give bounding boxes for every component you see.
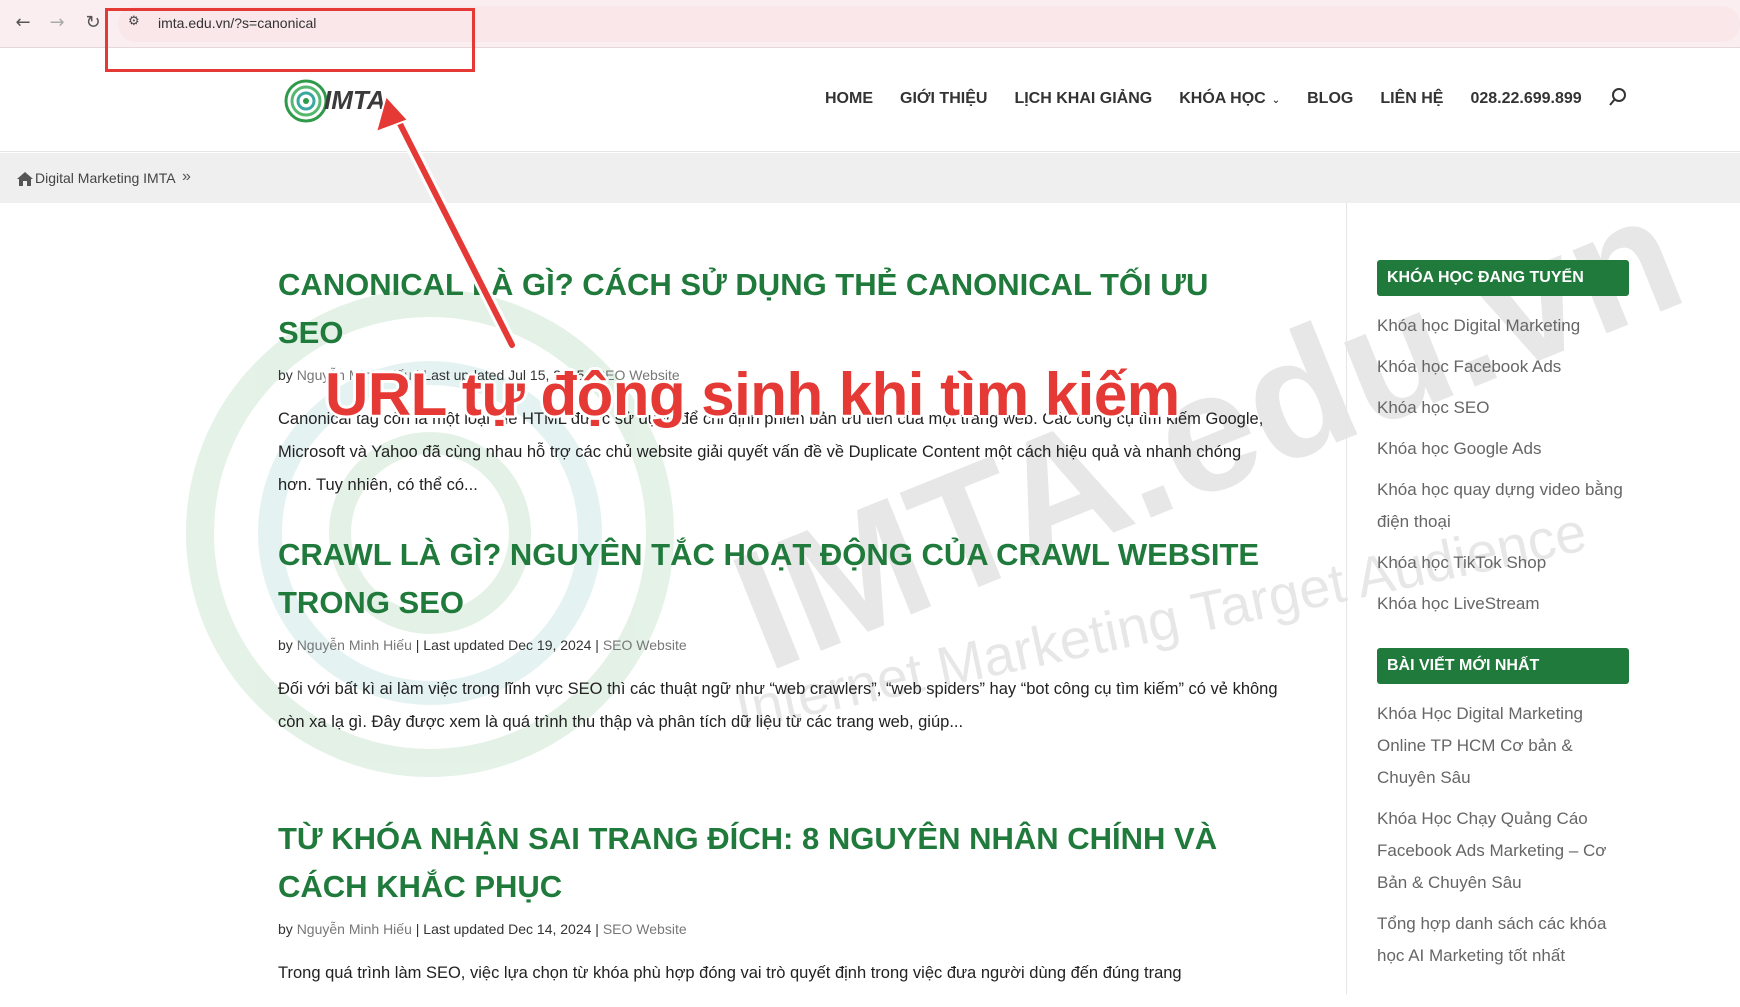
category-link[interactable]: SEO Website (603, 637, 687, 653)
menu-item-about[interactable]: GIỚI THIỆU (900, 90, 987, 108)
breadcrumb: Digital Marketing IMTA » (0, 153, 1740, 203)
post-excerpt: Trong quá trình làm SEO, việc lựa chọn t… (278, 964, 1182, 982)
recent-post-link[interactable]: Tổng hợp danh sách các khóa học AI Marke… (1377, 908, 1629, 972)
annotation-caption: URL tự động sinh khi tìm kiếm (325, 361, 1180, 428)
post-item: CRAWL LÀ GÌ? NGUYÊN TẮC HOẠT ĐỘNG CỦA CR… (278, 531, 1278, 756)
post-title[interactable]: CRAWL LÀ GÌ? NGUYÊN TẮC HOẠT ĐỘNG CỦA CR… (278, 531, 1278, 627)
post-title[interactable]: TỪ KHÓA NHẬN SAI TRANG ĐÍCH: 8 NGUYÊN NH… (278, 815, 1278, 911)
search-icon[interactable] (1606, 86, 1630, 110)
courses-widget-title: KHÓA HỌC ĐANG TUYỂN (1377, 260, 1629, 296)
menu-item-courses[interactable]: KHÓA HỌC ⌄ (1179, 90, 1280, 108)
course-link[interactable]: Khóa học Facebook Ads (1377, 351, 1629, 383)
menu-item-blog[interactable]: BLOG (1307, 90, 1353, 108)
course-link[interactable]: Khóa học Digital Marketing (1377, 310, 1629, 342)
updated-date: Last updated Dec 14, 2024 (423, 921, 592, 937)
post-meta: by Nguyễn Minh Hiếu | Last updated Dec 1… (278, 637, 687, 653)
arrow-right-icon[interactable]: → (44, 10, 70, 36)
course-link[interactable]: Khóa học quay dựng video bằng điện thoại (1377, 474, 1629, 538)
meta-by: by (278, 367, 293, 383)
menu-item-phone[interactable]: 028.22.699.899 (1470, 90, 1581, 108)
menu-item-contact[interactable]: LIÊN HỆ (1380, 90, 1443, 108)
breadcrumb-home-link[interactable]: Digital Marketing IMTA (35, 170, 176, 186)
course-link[interactable]: Khóa học TikTok Shop (1377, 547, 1629, 579)
sidebar: KHÓA HỌC ĐANG TUYỂN Khóa học Digital Mar… (1377, 260, 1629, 972)
post-item: TỪ KHÓA NHẬN SAI TRANG ĐÍCH: 8 NGUYÊN NH… (278, 815, 1278, 1007)
url-highlight-box (105, 8, 475, 72)
logo-rings-icon (284, 79, 328, 123)
breadcrumb-separator: » (182, 168, 191, 185)
post-excerpt: Đối với bất kì ai làm việc trong lĩnh vự… (278, 680, 1278, 731)
arrow-left-icon[interactable]: ← (10, 10, 36, 36)
course-link[interactable]: Khóa học LiveStream (1377, 588, 1629, 620)
author-link[interactable]: Nguyễn Minh Hiếu (297, 921, 412, 937)
menu-item-home[interactable]: HOME (825, 90, 873, 108)
recent-post-link[interactable]: Khóa Học Chạy Quảng Cáo Facebook Ads Mar… (1377, 803, 1629, 899)
reload-icon[interactable]: ↻ (80, 10, 106, 36)
updated-date: Last updated Dec 19, 2024 (423, 637, 592, 653)
post-title[interactable]: CANONICAL LÀ GÌ? CÁCH SỬ DỤNG THẺ CANONI… (278, 261, 1278, 357)
site-logo[interactable]: IMTA (284, 73, 404, 127)
course-link[interactable]: Khóa học SEO (1377, 392, 1629, 424)
menu-item-courses-label: KHÓA HỌC (1179, 90, 1266, 107)
menu-item-schedule[interactable]: LỊCH KHAI GIẢNG (1014, 90, 1152, 108)
home-icon[interactable] (16, 170, 34, 188)
category-link[interactable]: SEO Website (603, 921, 687, 937)
post-meta: by Nguyễn Minh Hiếu | Last updated Dec 1… (278, 921, 687, 937)
meta-by: by (278, 637, 293, 653)
meta-by: by (278, 921, 293, 937)
logo-text: IMTA (324, 85, 386, 115)
course-link[interactable]: Khóa học Google Ads (1377, 433, 1629, 465)
recent-post-link[interactable]: Khóa Học Digital Marketing Online TP HCM… (1377, 698, 1629, 794)
courses-list: Khóa học Digital Marketing Khóa học Face… (1377, 310, 1629, 620)
main-menu: HOME GIỚI THIỆU LỊCH KHAI GIẢNG KHÓA HỌC… (825, 90, 1609, 108)
recent-posts-list: Khóa Học Digital Marketing Online TP HCM… (1377, 698, 1629, 972)
chevron-down-icon: ⌄ (1271, 95, 1281, 106)
author-link[interactable]: Nguyễn Minh Hiếu (297, 637, 412, 653)
recent-posts-widget-title: BÀI VIẾT MỚI NHẤT (1377, 648, 1629, 684)
sidebar-divider (1346, 203, 1347, 994)
